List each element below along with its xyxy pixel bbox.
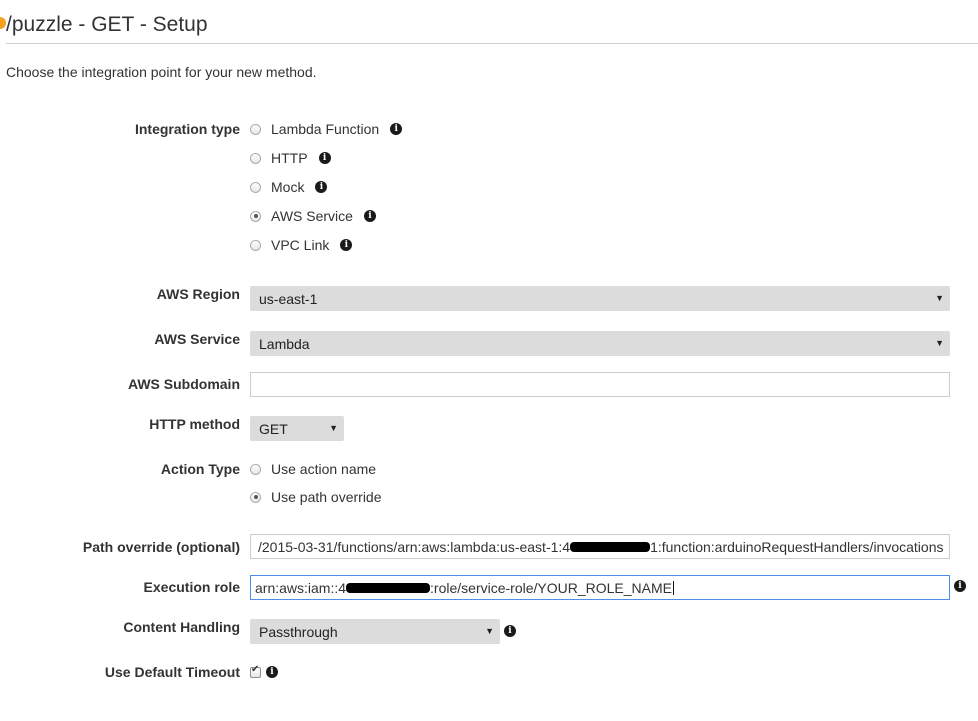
radio-button[interactable] [250,210,261,222]
default-timeout-checkbox[interactable] [250,664,261,678]
content-handling-label: Content Handling [123,619,240,635]
radio-label: Mock [271,179,305,195]
dropdown-caret-icon: ▼ [485,626,494,636]
page-subtitle: Choose the integration point for your ne… [6,64,317,80]
info-icon[interactable]: i [504,625,516,637]
redaction-mark [570,541,651,552]
aws-service-value: Lambda [259,335,310,352]
radio-mock[interactable]: Mock i [250,178,328,196]
radio-label: HTTP [271,150,308,166]
radio-http[interactable]: HTTP i [250,149,331,167]
http-method-value: GET [259,420,288,437]
dropdown-caret-icon: ▼ [935,293,944,303]
redaction-mark [346,582,431,593]
radio-button[interactable] [250,239,261,251]
page-title: /puzzle - GET - Setup [6,13,208,36]
radio-use-action-name[interactable]: Use action name [250,460,376,478]
default-timeout-row: i [250,663,278,681]
integration-type-label: Integration type [134,121,240,137]
aws-subdomain-input[interactable] [250,372,950,397]
execution-role-value-suffix: :role/service-role/YOUR_ROLE_NAME [430,579,673,596]
radio-label: Use action name [271,461,377,477]
http-method-label: HTTP method [149,416,240,432]
info-icon[interactable]: i [266,666,278,678]
aws-service-select[interactable]: Lambda ▼ [250,331,950,356]
radio-button[interactable] [250,491,261,503]
path-override-value-prefix: /2015-03-31/functions/arn:aws:lambda:us-… [258,538,571,555]
radio-vpc-link[interactable]: VPC Link i [250,236,353,254]
info-icon[interactable]: i [340,239,353,251]
radio-button[interactable] [250,181,261,193]
aws-subdomain-label: AWS Subdomain [128,376,240,392]
path-override-input[interactable]: /2015-03-31/functions/arn:aws:lambda:us-… [250,534,950,559]
execution-role-label: Execution role [143,579,240,595]
radio-lambda-function[interactable]: Lambda Function i [250,120,403,138]
radio-label: Lambda Function [271,121,380,137]
info-icon[interactable]: i [318,152,331,164]
aws-region-label: AWS Region [156,286,240,302]
execution-role-value-prefix: arn:aws:iam::4 [255,579,347,596]
default-timeout-label: Use Default Timeout [104,664,240,680]
text-cursor [673,580,675,595]
radio-button[interactable] [250,123,261,135]
content-handling-value: Passthrough [259,623,338,640]
radio-label: Use path override [271,489,382,505]
radio-aws-service[interactable]: AWS Service i [250,207,376,225]
info-icon[interactable]: i [315,181,328,193]
execution-role-input[interactable]: arn:aws:iam::4 :role/service-role/YOUR_R… [250,575,950,600]
http-method-select[interactable]: GET ▼ [250,416,344,441]
aws-service-label: AWS Service [154,331,240,347]
aws-region-select[interactable]: us-east-1 ▼ [250,286,950,311]
path-override-label: Path override (optional) [82,539,240,555]
aws-region-value: us-east-1 [259,290,318,307]
info-icon[interactable]: i [954,580,966,592]
radio-use-path-override[interactable]: Use path override [250,488,382,506]
info-icon[interactable]: i [390,123,403,135]
dropdown-caret-icon: ▼ [329,423,338,433]
radio-label: AWS Service [271,208,353,224]
dropdown-caret-icon: ▼ [935,338,944,348]
radio-label: VPC Link [271,237,330,253]
action-type-label: Action Type [160,461,240,477]
radio-button[interactable] [250,463,261,475]
path-override-value-suffix: 1:function:arduinoRequestHandlers/invoca… [650,538,944,555]
title-divider [6,43,978,44]
radio-button[interactable] [250,152,261,164]
content-handling-select[interactable]: Passthrough ▼ [250,619,500,644]
info-icon[interactable]: i [363,210,376,222]
